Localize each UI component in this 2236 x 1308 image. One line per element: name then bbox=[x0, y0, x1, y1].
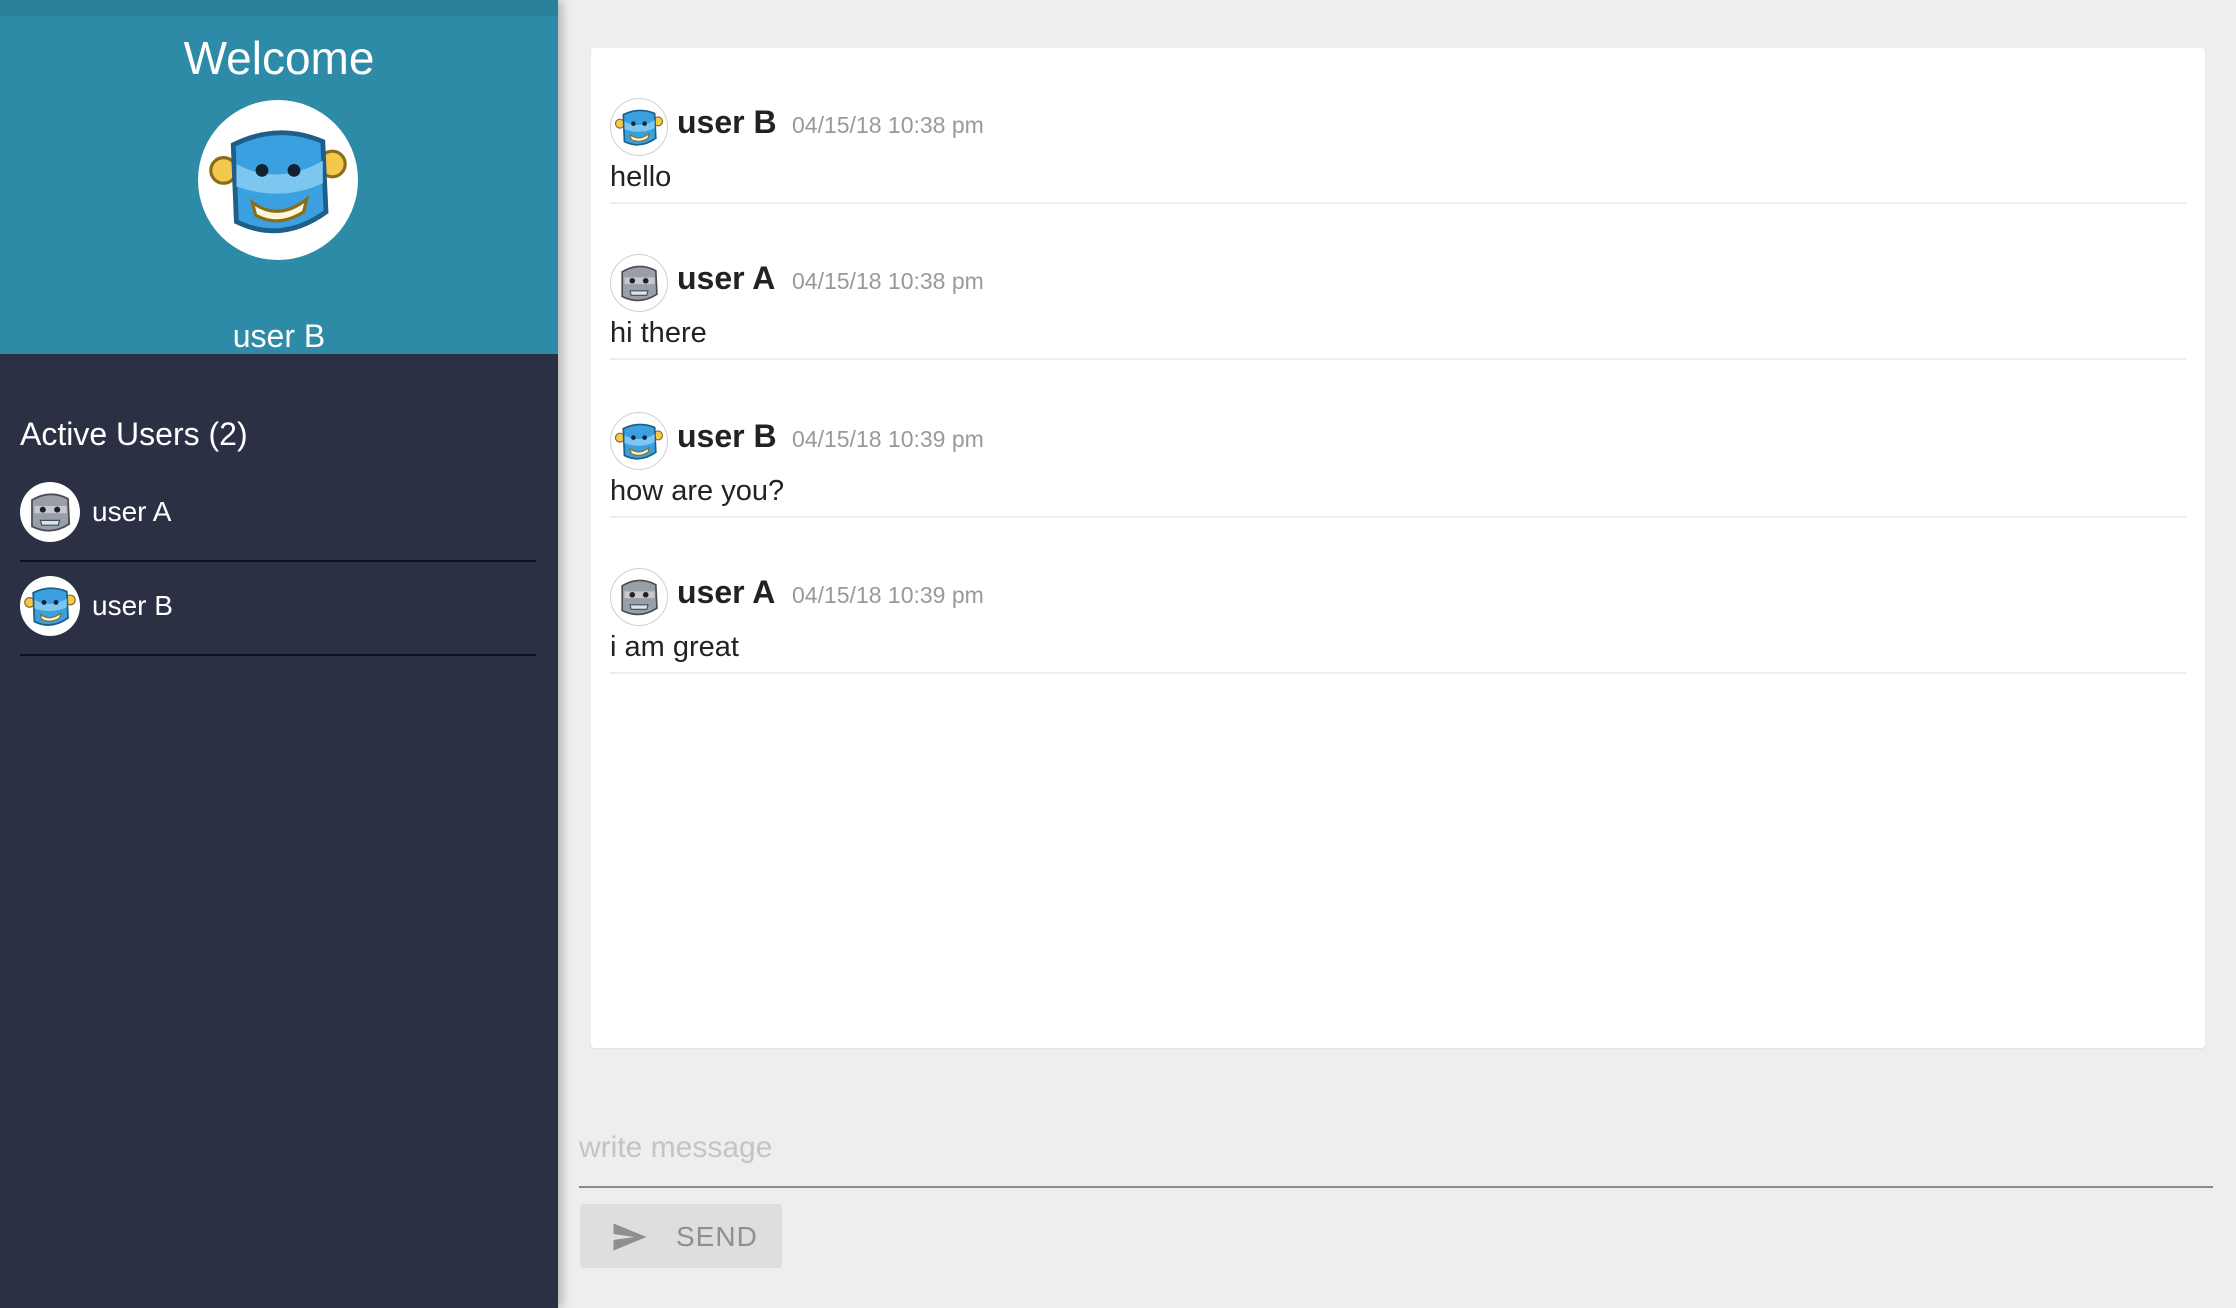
blue-robot-avatar-icon bbox=[20, 576, 80, 636]
send-icon bbox=[613, 1223, 647, 1251]
message-author: user A bbox=[677, 574, 776, 610]
user-avatar bbox=[20, 482, 80, 542]
chat-message: user A 04/15/18 10:39 pm i am great bbox=[610, 518, 2186, 674]
gray-robot-avatar-icon bbox=[20, 482, 80, 542]
message-input[interactable] bbox=[579, 1118, 2179, 1178]
message-author: user A bbox=[677, 260, 776, 296]
message-text: hi there bbox=[610, 317, 707, 349]
active-user-name: user B bbox=[92, 590, 173, 621]
message-timestamp: 04/15/18 10:38 pm bbox=[792, 112, 984, 138]
message-text: how are you? bbox=[610, 475, 785, 507]
message-timestamp: 04/15/18 10:39 pm bbox=[792, 426, 984, 452]
send-button-label: SEND bbox=[676, 1221, 758, 1252]
chat-message: user A 04/15/18 10:38 pm hi there bbox=[610, 204, 2186, 360]
gray-robot-avatar-icon bbox=[611, 255, 667, 311]
active-user-item[interactable]: user B bbox=[20, 562, 536, 656]
message-input-wrapper bbox=[579, 1112, 2213, 1188]
message-avatar bbox=[610, 98, 668, 156]
blue-robot-avatar-icon bbox=[611, 99, 667, 155]
chat-message: user B 04/15/18 10:39 pm how are you? bbox=[610, 362, 2186, 518]
message-timestamp: 04/15/18 10:39 pm bbox=[792, 582, 984, 608]
current-user-avatar bbox=[198, 100, 358, 260]
message-avatar bbox=[610, 254, 668, 312]
blue-robot-avatar-icon bbox=[611, 413, 667, 469]
message-timestamp: 04/15/18 10:38 pm bbox=[792, 268, 984, 294]
active-user-name: user A bbox=[92, 496, 172, 527]
gray-robot-avatar-icon bbox=[611, 569, 667, 625]
sidebar: Welcome user B Active Users (2) user A u… bbox=[0, 0, 558, 1308]
message-text: i am great bbox=[610, 631, 739, 663]
message-text: hello bbox=[610, 161, 672, 193]
chat-messages-panel[interactable]: user B 04/15/18 10:38 pm hello user A 04… bbox=[591, 48, 2205, 1048]
chat-message: user B 04/15/18 10:38 pm hello bbox=[610, 48, 2186, 204]
send-button[interactable]: SEND bbox=[580, 1204, 782, 1268]
message-author: user B bbox=[677, 418, 777, 454]
profile-header: Welcome user B bbox=[0, 0, 558, 354]
message-avatar bbox=[610, 568, 668, 626]
user-avatar bbox=[20, 576, 80, 636]
message-avatar bbox=[610, 412, 668, 470]
active-users-title: Active Users (2) bbox=[20, 416, 248, 452]
message-author: user B bbox=[677, 104, 777, 140]
current-user-name: user B bbox=[232, 318, 326, 354]
blue-robot-avatar-icon bbox=[198, 100, 358, 260]
welcome-title: Welcome bbox=[183, 32, 375, 84]
active-user-item[interactable]: user A bbox=[20, 468, 536, 562]
